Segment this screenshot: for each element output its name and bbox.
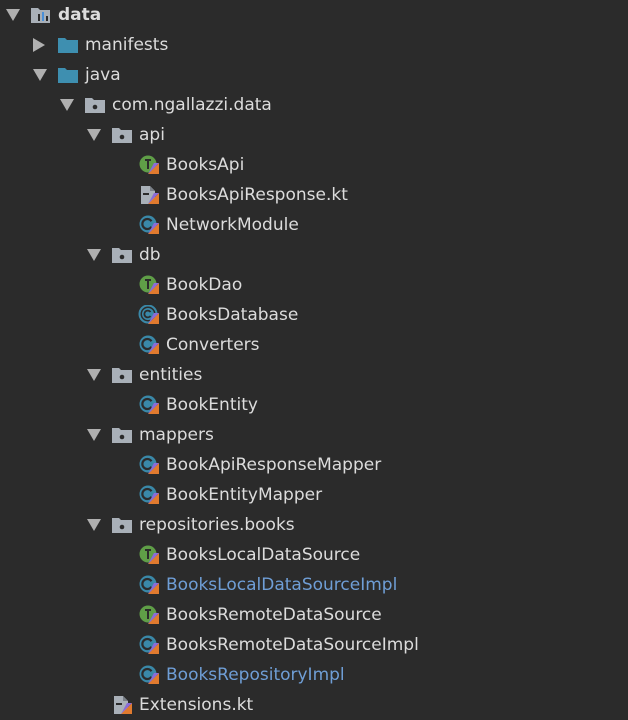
expand-arrow-right-icon[interactable]	[33, 38, 45, 52]
module-folder-icon	[30, 5, 52, 25]
tree-node-label: mappers	[139, 425, 214, 445]
expand-arrow-down-icon[interactable]	[87, 129, 101, 141]
tree-node-entities[interactable]: entities	[0, 360, 628, 390]
tree-node-bookentitymapper[interactable]: BookEntityMapper	[0, 480, 628, 510]
tree-node-label: com.ngallazzi.data	[112, 95, 272, 115]
tree-node-label: data	[58, 5, 102, 25]
tree-node-booksrepositoryimpl[interactable]: BooksRepositoryImpl	[0, 660, 628, 690]
tree-node-bookslocaldatasourceimpl[interactable]: BooksLocalDataSourceImpl	[0, 570, 628, 600]
tree-node-label: BookDao	[166, 275, 243, 295]
package-icon	[111, 365, 133, 385]
tree-node-manifests[interactable]: manifests	[0, 30, 628, 60]
tree-node-extensions-kt[interactable]: Extensions.kt	[0, 690, 628, 720]
tree-node-bookslocaldatasource[interactable]: BooksLocalDataSource	[0, 540, 628, 570]
package-icon	[84, 95, 106, 115]
tree-node-db[interactable]: db	[0, 240, 628, 270]
expand-arrow-down-icon[interactable]	[87, 369, 101, 381]
tree-node-label: BooksApiResponse.kt	[166, 185, 348, 205]
tree-node-label: java	[85, 65, 121, 85]
tree-node-java[interactable]: java	[0, 60, 628, 90]
kotlin-class-icon	[138, 635, 160, 655]
tree-node-label: BooksApi	[166, 155, 245, 175]
tree-node-api[interactable]: api	[0, 120, 628, 150]
kotlin-interface-icon	[138, 275, 160, 295]
tree-node-booksapiresponse-kt[interactable]: BooksApiResponse.kt	[0, 180, 628, 210]
kotlin-file-icon	[111, 695, 133, 715]
tree-node-bookapiresponsemapper[interactable]: BookApiResponseMapper	[0, 450, 628, 480]
tree-node-booksdatabase[interactable]: BooksDatabase	[0, 300, 628, 330]
tree-node-bookentity[interactable]: BookEntity	[0, 390, 628, 420]
tree-node-label: Extensions.kt	[139, 695, 254, 715]
package-icon	[111, 245, 133, 265]
package-icon	[111, 515, 133, 535]
kotlin-class-icon	[138, 335, 160, 355]
tree-node-label: entities	[139, 365, 203, 385]
kotlin-class-icon	[138, 665, 160, 685]
expand-arrow-down-icon[interactable]	[87, 429, 101, 441]
expand-arrow-down-icon[interactable]	[87, 519, 101, 531]
tree-node-label: BookApiResponseMapper	[166, 455, 382, 475]
folder-icon	[57, 35, 79, 55]
tree-node-label: BookEntity	[166, 395, 258, 415]
kotlin-file-icon	[138, 185, 160, 205]
kotlin-interface-icon	[138, 155, 160, 175]
tree-node-label: BookEntityMapper	[166, 485, 323, 505]
tree-node-label: BooksLocalDataSourceImpl	[166, 575, 398, 595]
tree-node-label: BooksLocalDataSource	[166, 545, 361, 565]
kotlin-abstract-class-icon	[138, 304, 160, 325]
tree-node-label: db	[139, 245, 161, 265]
package-icon	[111, 125, 133, 145]
tree-node-mappers[interactable]: mappers	[0, 420, 628, 450]
expand-arrow-down-icon[interactable]	[87, 249, 101, 261]
kotlin-class-icon	[138, 575, 160, 595]
tree-node-booksremotedatasource[interactable]: BooksRemoteDataSource	[0, 600, 628, 630]
tree-node-networkmodule[interactable]: NetworkModule	[0, 210, 628, 240]
tree-node-label: api	[139, 125, 165, 145]
expand-arrow-down-icon[interactable]	[33, 69, 47, 81]
tree-node-label: BooksRemoteDataSource	[166, 605, 382, 625]
package-icon	[111, 425, 133, 445]
kotlin-interface-icon	[138, 605, 160, 625]
tree-node-com-ngallazzi-data[interactable]: com.ngallazzi.data	[0, 90, 628, 120]
tree-node-data[interactable]: data	[0, 0, 628, 30]
tree-node-label: BooksRemoteDataSourceImpl	[166, 635, 419, 655]
tree-node-converters[interactable]: Converters	[0, 330, 628, 360]
tree-node-booksapi[interactable]: BooksApi	[0, 150, 628, 180]
tree-node-label: BooksRepositoryImpl	[166, 665, 345, 685]
tree-node-bookdao[interactable]: BookDao	[0, 270, 628, 300]
tree-node-label: NetworkModule	[166, 215, 299, 235]
tree-node-repositories-books[interactable]: repositories.books	[0, 510, 628, 540]
kotlin-class-icon	[138, 485, 160, 505]
tree-node-label: manifests	[85, 35, 169, 55]
kotlin-class-icon	[138, 215, 160, 235]
expand-arrow-down-icon[interactable]	[60, 99, 74, 111]
tree-node-label: Converters	[166, 335, 260, 355]
project-tree: data manifests java com.ngallazzi.data api Bo…	[0, 0, 628, 720]
kotlin-class-icon	[138, 395, 160, 415]
expand-arrow-down-icon[interactable]	[6, 9, 20, 21]
tree-node-label: BooksDatabase	[166, 305, 299, 325]
kotlin-class-icon	[138, 455, 160, 475]
tree-node-label: repositories.books	[139, 515, 295, 535]
folder-icon	[57, 65, 79, 85]
tree-node-booksremotedatasourceimpl[interactable]: BooksRemoteDataSourceImpl	[0, 630, 628, 660]
kotlin-interface-icon	[138, 545, 160, 565]
